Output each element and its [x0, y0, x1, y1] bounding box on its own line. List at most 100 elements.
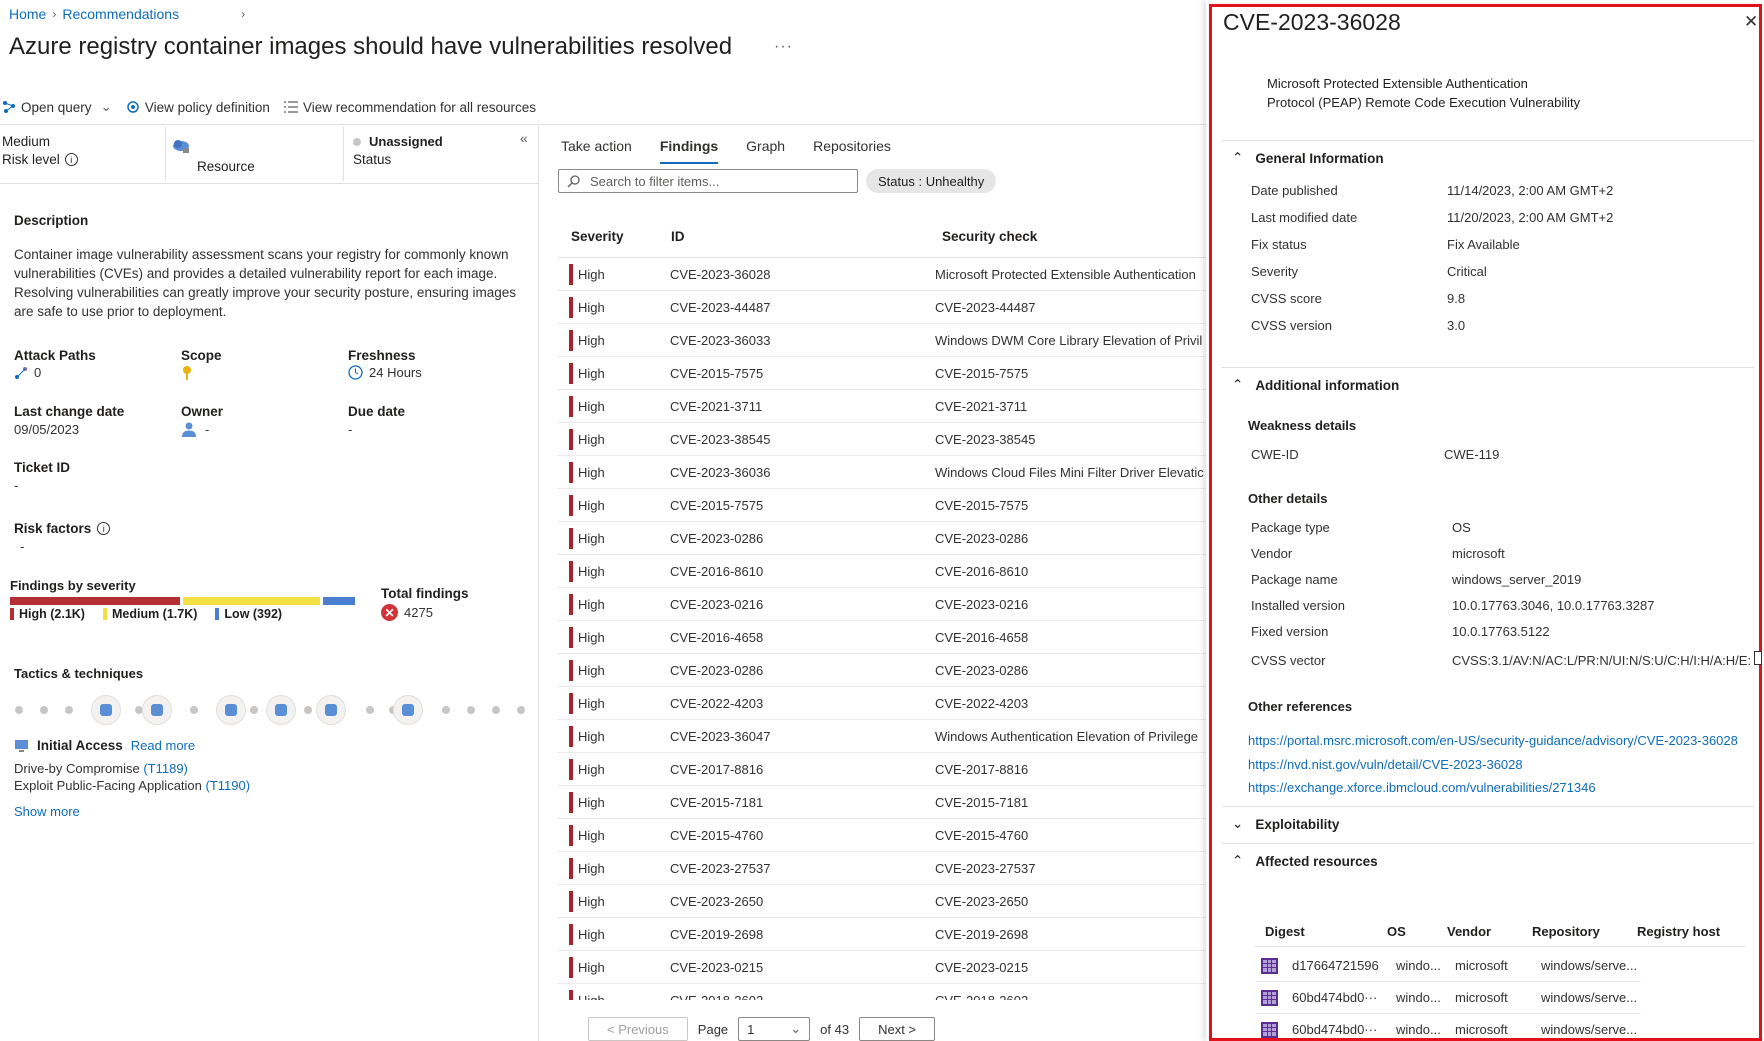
- cve-id-cell[interactable]: CVE-2023-27537: [664, 861, 935, 876]
- table-row[interactable]: High CVE-2023-36028 Microsoft Protected Ex…: [558, 258, 1206, 291]
- cve-id-cell[interactable]: CVE-2023-36036: [664, 465, 935, 480]
- tab-findings[interactable]: Findings: [659, 138, 719, 164]
- affected-resource-row[interactable]: 60bd474bd0··· windo... microsoft windows/se…: [1255, 1014, 1641, 1041]
- tactic-monitor-icon[interactable]: [91, 695, 121, 725]
- cve-id-cell[interactable]: CVE-2015-7181: [664, 795, 935, 810]
- breadcrumb-recommendations[interactable]: Recommendations: [62, 6, 179, 22]
- table-row[interactable]: High CVE-2023-36036 Windows Cloud Files Mi…: [558, 456, 1206, 489]
- tactic-plane-icon[interactable]: [216, 695, 246, 725]
- cve-id-cell[interactable]: CVE-2015-7575: [664, 366, 935, 381]
- affected-resource-row[interactable]: d17664721596 windo... microsoft windows/ser…: [1255, 950, 1641, 982]
- cve-id-cell[interactable]: CVE-2023-36033: [664, 333, 935, 348]
- tactic-mask-icon[interactable]: [316, 695, 346, 725]
- cve-id-cell[interactable]: CVE-2015-7575: [664, 498, 935, 513]
- table-row[interactable]: High CVE-2016-4658 CVE-2016-4658: [558, 621, 1206, 654]
- column-header-digest[interactable]: Digest: [1265, 924, 1305, 939]
- cve-id-cell[interactable]: CVE-2018-2602: [664, 993, 935, 1001]
- reference-link-xforce[interactable]: https://exchange.xforce.ibmcloud.com/vul…: [1248, 780, 1596, 795]
- tab-graph[interactable]: Graph: [746, 138, 785, 164]
- breadcrumb-home[interactable]: Home: [9, 6, 46, 22]
- table-row[interactable]: High CVE-2023-27537 CVE-2023-27537: [558, 852, 1206, 885]
- show-more-link[interactable]: Show more: [14, 804, 80, 819]
- column-header-repository[interactable]: Repository: [1532, 924, 1600, 939]
- table-row[interactable]: High CVE-2015-7181 CVE-2015-7181: [558, 786, 1206, 819]
- monitor-icon: [15, 739, 28, 752]
- copy-icon[interactable]: [1754, 651, 1762, 665]
- affected-resources-section-header[interactable]: ⌃ Affected resources: [1232, 853, 1378, 869]
- column-header-security-check[interactable]: Security check: [942, 229, 1037, 244]
- column-header-os[interactable]: OS: [1387, 924, 1406, 939]
- attack-paths-value[interactable]: 0: [34, 365, 41, 380]
- cve-id-cell[interactable]: CVE-2023-36028: [664, 267, 935, 282]
- exploitability-section-header[interactable]: ⌄ Exploitability: [1232, 816, 1339, 832]
- cve-id-cell[interactable]: CVE-2019-2698: [664, 927, 935, 942]
- page-select[interactable]: 1 ⌄: [738, 1017, 811, 1041]
- previous-page-button[interactable]: < Previous: [588, 1017, 688, 1041]
- cve-id-cell[interactable]: CVE-2023-44487: [664, 300, 935, 315]
- cve-id-cell[interactable]: CVE-2021-3711: [664, 399, 935, 414]
- technique-2-link[interactable]: (T1190): [206, 778, 251, 793]
- table-row[interactable]: High CVE-2023-38545 CVE-2023-38545: [558, 423, 1206, 456]
- table-row[interactable]: High CVE-2023-0216 CVE-2023-0216: [558, 588, 1206, 621]
- info-icon[interactable]: i: [97, 522, 111, 535]
- cve-id-cell[interactable]: CVE-2023-38545: [664, 432, 935, 447]
- open-query-button[interactable]: Open query ⌄: [2, 99, 112, 115]
- cve-id-cell[interactable]: CVE-2022-4203: [664, 696, 935, 711]
- additional-information-section-header[interactable]: ⌃ Additional information: [1232, 377, 1399, 393]
- view-policy-button[interactable]: View policy definition: [126, 100, 270, 115]
- table-row[interactable]: High CVE-2022-4203 CVE-2022-4203: [558, 687, 1206, 720]
- table-row[interactable]: High CVE-2019-2698 CVE-2019-2698: [558, 918, 1206, 951]
- cve-id-cell[interactable]: CVE-2023-2650: [664, 894, 935, 909]
- view-policy-label: View policy definition: [144, 99, 270, 115]
- tab-repositories[interactable]: Repositories: [813, 138, 891, 164]
- column-header-registry-host[interactable]: Registry host: [1637, 924, 1720, 939]
- technique-1-link[interactable]: (T1189): [143, 761, 188, 776]
- table-row[interactable]: High CVE-2015-4760 CVE-2015-4760: [558, 819, 1206, 852]
- cve-id-cell[interactable]: CVE-2016-8610: [664, 564, 935, 579]
- status-filter-pill[interactable]: Status : Unhealthy: [866, 169, 997, 193]
- os-cell: windo...: [1396, 1022, 1441, 1037]
- table-row[interactable]: High CVE-2015-7575 CVE-2015-7575: [558, 357, 1206, 390]
- info-icon[interactable]: i: [64, 153, 78, 166]
- table-row[interactable]: High CVE-2016-8610 CVE-2016-8610: [558, 555, 1206, 588]
- table-row[interactable]: High CVE-2023-0286 CVE-2023-0286: [558, 522, 1206, 555]
- table-row[interactable]: High CVE-2021-3711 CVE-2021-3711: [558, 390, 1206, 423]
- table-row[interactable]: High CVE-2023-36033 Windows DWM Core Libra…: [558, 324, 1206, 357]
- cve-id-cell[interactable]: CVE-2016-4658: [664, 630, 935, 645]
- tactic-pie-icon[interactable]: [266, 695, 296, 725]
- table-row[interactable]: High CVE-2023-36047 Windows Authentication…: [558, 720, 1206, 753]
- next-page-button[interactable]: Next >: [859, 1017, 936, 1041]
- general-information-section-header[interactable]: ⌃ General Information: [1232, 150, 1384, 166]
- cve-id-cell[interactable]: CVE-2023-0286: [664, 663, 935, 678]
- table-row[interactable]: High CVE-2023-0215 CVE-2023-0215: [558, 951, 1206, 984]
- table-row[interactable]: High CVE-2017-8816 CVE-2017-8816: [558, 753, 1206, 786]
- table-row[interactable]: High CVE-2018-2602 CVE-2018-2602: [558, 984, 1206, 1000]
- table-row[interactable]: High CVE-2023-0286 CVE-2023-0286: [558, 654, 1206, 687]
- severity-cell: High: [578, 761, 605, 777]
- reference-link-nvd[interactable]: https://nvd.nist.gov/vuln/detail/CVE-202…: [1248, 757, 1523, 772]
- column-header-vendor[interactable]: Vendor: [1447, 924, 1491, 939]
- view-all-resources-button[interactable]: View recommendation for all resources: [283, 100, 536, 115]
- collapse-icon[interactable]: «: [520, 130, 528, 146]
- column-header-severity[interactable]: Severity: [571, 229, 624, 244]
- command-bar: Open query ⌄ View policy definition View…: [2, 99, 536, 115]
- affected-resource-row[interactable]: 60bd474bd0··· windo... microsoft windows/se…: [1255, 982, 1641, 1014]
- cve-id-cell[interactable]: CVE-2023-36047: [664, 729, 935, 744]
- cve-id-cell[interactable]: CVE-2015-4760: [664, 828, 935, 843]
- table-row[interactable]: High CVE-2023-2650 CVE-2023-2650: [558, 885, 1206, 918]
- close-icon[interactable]: ✕: [1744, 12, 1758, 32]
- tactic-gear-icon[interactable]: [393, 695, 423, 725]
- cve-id-cell[interactable]: CVE-2023-0286: [664, 531, 935, 546]
- more-options-icon[interactable]: ···: [774, 38, 793, 56]
- read-more-link[interactable]: Read more: [131, 738, 195, 753]
- tab-take-action[interactable]: Take action: [561, 138, 632, 164]
- cve-id-cell[interactable]: CVE-2017-8816: [664, 762, 935, 777]
- reference-link-msrc[interactable]: https://portal.msrc.microsoft.com/en-US/…: [1248, 733, 1738, 748]
- table-row[interactable]: High CVE-2023-44487 CVE-2023-44487: [558, 291, 1206, 324]
- cve-id-cell[interactable]: CVE-2023-0215: [664, 960, 935, 975]
- search-input[interactable]: Search to filter items...: [558, 169, 858, 193]
- tactic-person-icon[interactable]: [142, 695, 172, 725]
- cve-id-cell[interactable]: CVE-2023-0216: [664, 597, 935, 612]
- column-header-id[interactable]: ID: [671, 229, 685, 244]
- table-row[interactable]: High CVE-2015-7575 CVE-2015-7575: [558, 489, 1206, 522]
